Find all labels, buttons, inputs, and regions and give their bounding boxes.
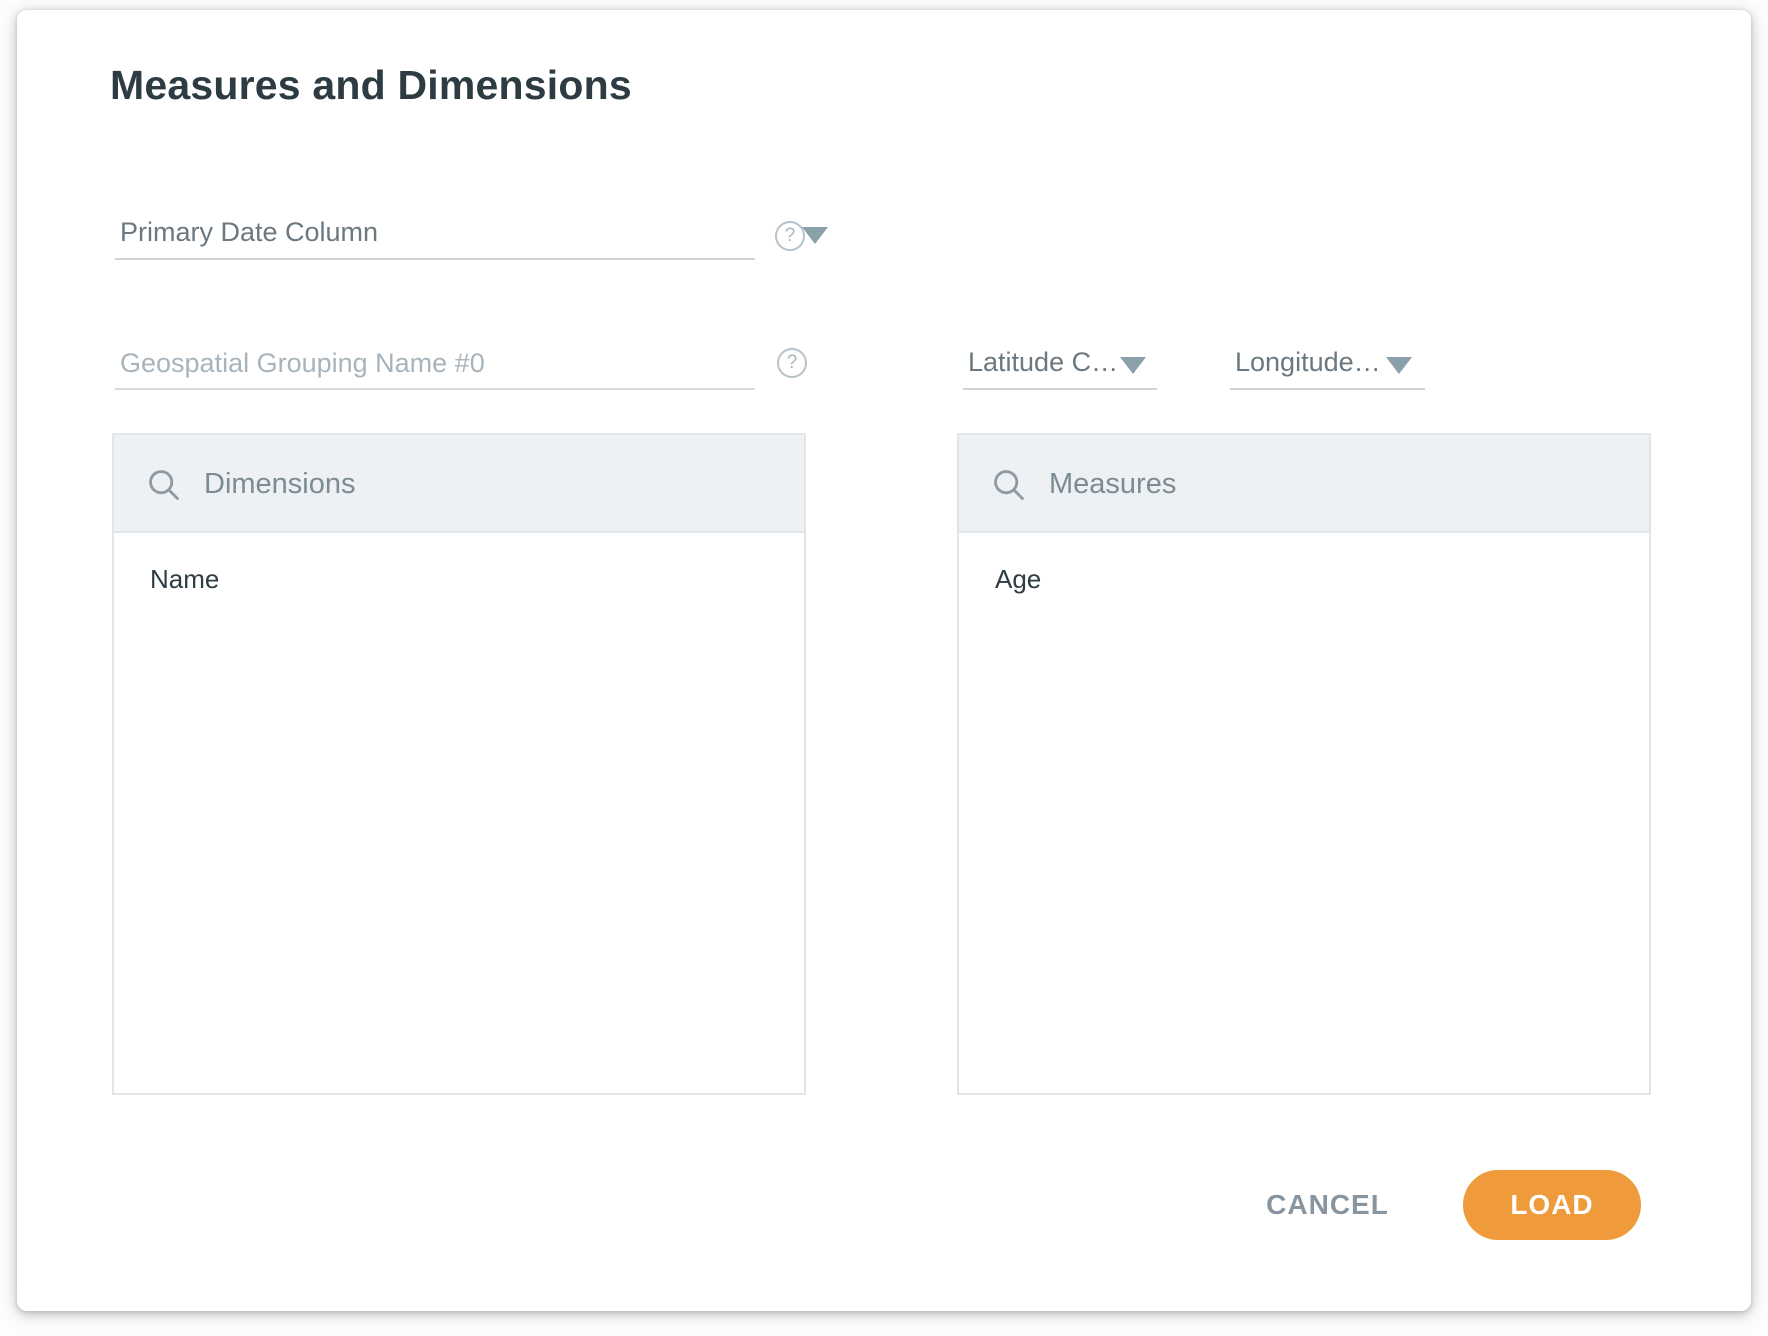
primary-date-column-label: Primary Date Column bbox=[120, 217, 378, 248]
measures-panel: Age bbox=[957, 433, 1651, 1095]
primary-date-column-select[interactable]: Primary Date Column bbox=[115, 208, 755, 260]
longitude-column-select[interactable]: Longitude… bbox=[1230, 338, 1425, 390]
chevron-down-icon bbox=[1120, 357, 1146, 374]
chevron-down-icon bbox=[1386, 357, 1412, 374]
load-button[interactable]: LOAD bbox=[1463, 1170, 1641, 1240]
list-item[interactable]: Name bbox=[114, 555, 804, 604]
measures-search-bar bbox=[959, 435, 1649, 533]
dimensions-panel: Name bbox=[112, 433, 806, 1095]
primary-date-help-icon[interactable]: ? bbox=[775, 221, 805, 251]
latitude-column-label: Latitude C… bbox=[968, 347, 1118, 378]
measures-list: Age bbox=[959, 533, 1649, 604]
latitude-column-select[interactable]: Latitude C… bbox=[963, 338, 1157, 390]
search-icon bbox=[992, 468, 1026, 502]
measures-dimensions-dialog: Measures and Dimensions Primary Date Col… bbox=[17, 10, 1751, 1311]
dimensions-list: Name bbox=[114, 533, 804, 604]
geospatial-grouping-name-input[interactable] bbox=[115, 338, 755, 390]
cancel-button[interactable]: CANCEL bbox=[1255, 1170, 1400, 1240]
longitude-column-label: Longitude… bbox=[1235, 347, 1381, 378]
measures-search-input[interactable] bbox=[1049, 435, 1609, 533]
geospatial-help-icon[interactable]: ? bbox=[777, 348, 807, 378]
list-item[interactable]: Age bbox=[959, 555, 1649, 604]
search-icon bbox=[147, 468, 181, 502]
page-title: Measures and Dimensions bbox=[110, 62, 632, 109]
chevron-down-icon bbox=[802, 227, 828, 244]
dimensions-search-bar bbox=[114, 435, 804, 533]
dimensions-search-input[interactable] bbox=[204, 435, 764, 533]
